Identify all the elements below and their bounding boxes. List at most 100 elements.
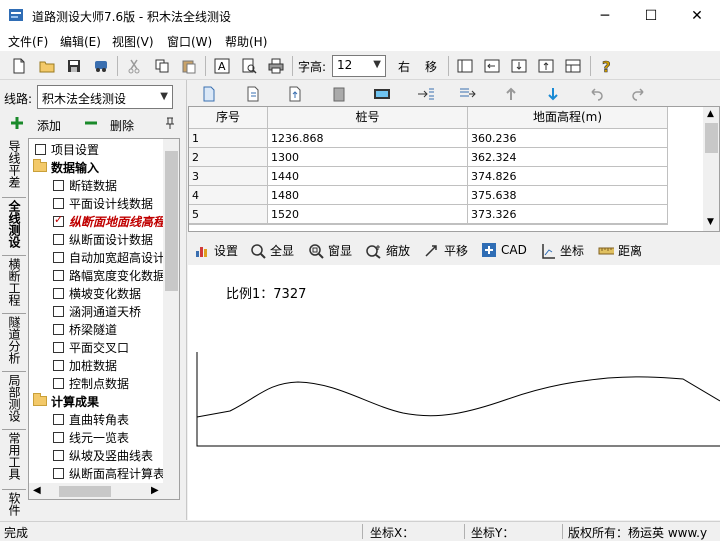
tab-full-route-survey[interactable]: 全线测设 [2,200,26,256]
tab-common-tools[interactable]: 常用工具 [2,432,26,490]
add-icon[interactable] [10,116,24,130]
delete-button[interactable]: 删除 [110,117,134,134]
cad-button[interactable]: CAD [481,242,527,258]
grid-vertical-scrollbar[interactable]: ▲ ▼ [703,107,719,231]
checkbox[interactable] [53,197,64,209]
scrollbar-thumb[interactable] [59,486,111,497]
tree-item[interactable]: 加桩数据 [53,356,117,374]
tree-item[interactable]: 线元一览表 [53,428,129,446]
scrollbar-thumb[interactable] [705,123,718,153]
tree-horizontal-scrollbar[interactable]: ◀ ▶ [29,483,179,499]
tab-traverse-adjustment[interactable]: 导线平差 [2,140,26,198]
delete-icon[interactable] [84,116,98,130]
tab-software[interactable]: 软件 [2,492,26,520]
cell-ground-elevation[interactable]: 360.236 [468,129,668,148]
save-icon[interactable] [63,55,85,77]
tree-item[interactable]: 纵坡及竖曲线表 [53,446,153,464]
cell-index[interactable]: 1 [189,129,268,148]
checkbox[interactable] [53,413,64,425]
import-icon[interactable] [242,83,264,105]
zoom-button[interactable]: 缩放 [366,242,410,259]
minimize-button[interactable]: ─ [582,0,628,31]
paste-icon[interactable] [178,55,200,77]
help-icon[interactable]: ? [595,55,617,77]
tree-group[interactable]: 数据输入 [33,158,99,176]
scroll-left-icon[interactable]: ◀ [33,485,41,496]
tree-group[interactable]: 计算成果 [33,392,99,410]
checkbox[interactable] [53,323,64,335]
text-style-icon[interactable]: A [211,55,233,77]
tab-local-survey[interactable]: 局部测设 [2,374,26,430]
tree-item[interactable]: 平面设计线数据 [53,194,153,212]
export-icon[interactable] [284,83,306,105]
cell-ground-elevation[interactable]: 374.826 [468,167,668,186]
cell-ground-elevation[interactable]: 362.324 [468,148,668,167]
tree-item-selected[interactable]: 纵断面地面线高程 [53,212,165,230]
tree-item[interactable]: 直曲转角表 [53,410,129,428]
checkbox[interactable] [53,341,64,353]
layout-icon[interactable] [454,55,476,77]
cell-station[interactable]: 1520 [268,205,468,224]
move-down-icon[interactable] [542,83,564,105]
tree-item[interactable]: 涵洞通道天桥 [53,302,141,320]
cell-index[interactable]: 2 [189,148,268,167]
checkbox[interactable] [35,143,46,155]
checkbox[interactable] [53,449,64,461]
tree-item[interactable]: 纵断面高程计算表 [53,464,165,482]
cell-station[interactable]: 1440 [268,167,468,186]
scroll-right-icon[interactable]: ▶ [151,485,159,496]
scroll-up-icon[interactable]: ▲ [707,109,714,119]
checkbox[interactable] [53,251,64,263]
pan-button[interactable]: 平移 [424,242,468,259]
tree-item[interactable]: 横坡变化数据 [53,284,141,302]
cell-ground-elevation[interactable]: 375.638 [468,186,668,205]
menu-file[interactable]: 文件(F) [8,33,48,50]
cell-index[interactable]: 4 [189,186,268,205]
append-row-icon[interactable] [457,83,479,105]
new-row-icon[interactable] [198,83,220,105]
checkbox[interactable] [53,269,64,281]
split-view-icon[interactable] [562,55,584,77]
tree-item[interactable]: 纵断面设计数据 [53,230,153,248]
checkbox[interactable] [53,213,64,227]
new-file-icon[interactable] [8,55,30,77]
clipboard-icon[interactable] [328,83,350,105]
tree-item[interactable]: 控制点数据 [53,374,129,392]
road-icon[interactable] [90,55,112,77]
align-bottom-icon[interactable] [508,55,530,77]
open-folder-icon[interactable] [36,55,58,77]
checkbox[interactable] [53,233,64,245]
settings-button[interactable]: 设置 [194,242,238,259]
checkbox[interactable] [53,179,64,191]
redo-icon[interactable] [628,83,650,105]
tab-cross-section[interactable]: 横断工程 [2,258,26,314]
cell-index[interactable]: 3 [189,167,268,186]
menu-help[interactable]: 帮助(H) [225,33,267,50]
tree-item[interactable]: 平面交叉口 [53,338,129,356]
profile-canvas[interactable]: 比例1：7327 [188,265,720,520]
column-header-ground-elevation[interactable]: 地面高程(m) [468,107,668,129]
cut-icon[interactable] [123,55,145,77]
checkbox[interactable] [53,467,64,479]
scrollbar-thumb[interactable] [165,151,178,291]
copy-icon[interactable] [151,55,173,77]
print-preview-icon[interactable] [238,55,260,77]
undo-icon[interactable] [585,83,607,105]
font-height-select[interactable]: 12 ▼ [332,55,386,77]
menu-view[interactable]: 视图(V) [112,33,154,50]
column-header-index[interactable]: 序号 [189,107,268,129]
scroll-down-icon[interactable]: ▼ [707,217,714,227]
cell-station[interactable]: 1480 [268,186,468,205]
maximize-button[interactable]: ☐ [628,0,674,31]
pin-icon[interactable] [164,116,176,130]
insert-row-icon[interactable] [415,83,437,105]
move-button[interactable]: 移 [425,58,437,75]
align-top-icon[interactable] [535,55,557,77]
menu-edit[interactable]: 编辑(E) [60,33,101,50]
coordinate-button[interactable]: 坐标 [540,242,584,259]
tab-tunnel-analysis[interactable]: 隧道分析 [2,316,26,372]
table-row-partial[interactable] [189,224,668,231]
tree-item[interactable]: 桥梁隧道 [53,320,117,338]
print-icon[interactable] [265,55,287,77]
zoom-window-button[interactable]: 窗显 [308,242,352,259]
